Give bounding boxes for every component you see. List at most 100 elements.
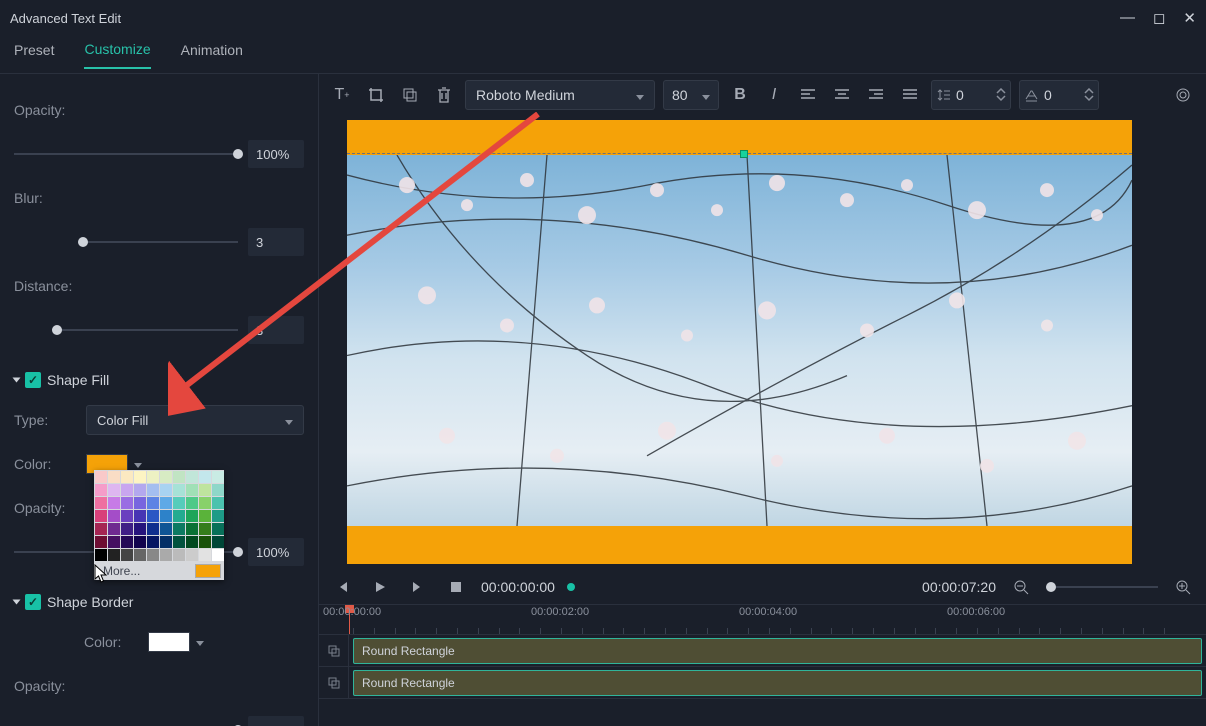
palette-color[interactable]	[108, 510, 120, 522]
minimize-button[interactable]: —	[1120, 9, 1135, 27]
delete-button[interactable]	[431, 82, 457, 108]
step-forward-button[interactable]	[405, 574, 431, 600]
opacity-value[interactable]	[248, 140, 304, 168]
palette-color[interactable]	[95, 471, 107, 483]
zoom-slider[interactable]	[1046, 586, 1158, 588]
distance-value[interactable]	[248, 316, 304, 344]
palette-color[interactable]	[134, 497, 146, 509]
shape-fill-section[interactable]: ✓ Shape Fill	[14, 368, 304, 392]
palette-color[interactable]	[108, 484, 120, 496]
palette-color[interactable]	[95, 510, 107, 522]
palette-color[interactable]	[186, 549, 198, 561]
palette-color[interactable]	[173, 471, 185, 483]
fill-opacity-value[interactable]	[248, 538, 304, 566]
palette-color[interactable]	[199, 523, 211, 535]
palette-color[interactable]	[212, 497, 224, 509]
palette-color[interactable]	[173, 549, 185, 561]
palette-color[interactable]	[186, 471, 198, 483]
palette-color[interactable]	[147, 510, 159, 522]
timeline-clip[interactable]: Round Rectangle	[353, 638, 1202, 664]
palette-color[interactable]	[134, 549, 146, 561]
add-text-button[interactable]: T+	[329, 82, 355, 108]
color-palette-popup[interactable]: More...	[94, 470, 224, 580]
tab-customize[interactable]: Customize	[84, 41, 150, 69]
resize-handle[interactable]	[740, 150, 748, 158]
palette-color[interactable]	[134, 471, 146, 483]
border-opacity-slider[interactable]	[14, 716, 304, 726]
align-justify-button[interactable]	[897, 82, 923, 108]
palette-color[interactable]	[108, 497, 120, 509]
palette-color[interactable]	[121, 549, 133, 561]
crop-button[interactable]	[363, 82, 389, 108]
palette-color[interactable]	[95, 497, 107, 509]
palette-color[interactable]	[199, 484, 211, 496]
palette-color[interactable]	[199, 497, 211, 509]
timeline-clip[interactable]: Round Rectangle	[353, 670, 1202, 696]
palette-color[interactable]	[121, 497, 133, 509]
type-dropdown[interactable]: Color Fill	[86, 405, 304, 435]
palette-color[interactable]	[199, 510, 211, 522]
palette-color[interactable]	[160, 536, 172, 548]
track-row[interactable]: Round Rectangle	[319, 635, 1206, 667]
palette-color[interactable]	[108, 549, 120, 561]
palette-color[interactable]	[95, 484, 107, 496]
palette-color[interactable]	[121, 536, 133, 548]
blur-slider[interactable]	[78, 228, 304, 256]
play-button[interactable]	[367, 574, 393, 600]
shape-bottom-band[interactable]	[347, 526, 1132, 564]
zoom-in-button[interactable]	[1170, 574, 1196, 600]
palette-color[interactable]	[134, 523, 146, 535]
palette-color[interactable]	[212, 471, 224, 483]
palette-color[interactable]	[173, 510, 185, 522]
track-row[interactable]: Round Rectangle	[319, 667, 1206, 699]
palette-color[interactable]	[95, 523, 107, 535]
palette-color[interactable]	[108, 471, 120, 483]
palette-color[interactable]	[186, 510, 198, 522]
palette-color[interactable]	[199, 536, 211, 548]
palette-color[interactable]	[212, 536, 224, 548]
palette-color[interactable]	[186, 484, 198, 496]
opacity-slider[interactable]	[14, 140, 304, 168]
palette-color[interactable]	[199, 471, 211, 483]
palette-color[interactable]	[147, 549, 159, 561]
tab-animation[interactable]: Animation	[181, 42, 243, 68]
palette-color[interactable]	[173, 523, 185, 535]
palette-color[interactable]	[173, 484, 185, 496]
font-size-select[interactable]: 80	[663, 80, 719, 110]
palette-color[interactable]	[160, 549, 172, 561]
palette-color[interactable]	[121, 510, 133, 522]
preview-canvas[interactable]	[347, 120, 1132, 564]
palette-color[interactable]	[95, 536, 107, 548]
playhead-dot[interactable]	[567, 583, 575, 591]
align-left-button[interactable]	[795, 82, 821, 108]
palette-color[interactable]	[147, 536, 159, 548]
palette-color[interactable]	[160, 497, 172, 509]
palette-more-button[interactable]: More...	[103, 564, 140, 578]
palette-color[interactable]	[199, 549, 211, 561]
distance-slider[interactable]	[52, 316, 304, 344]
stepper[interactable]	[996, 88, 1010, 102]
align-right-button[interactable]	[863, 82, 889, 108]
font-select[interactable]: Roboto Medium	[465, 80, 655, 110]
palette-color[interactable]	[95, 549, 107, 561]
line-spacing-input[interactable]	[931, 80, 1011, 110]
step-back-button[interactable]	[329, 574, 355, 600]
palette-color[interactable]	[173, 497, 185, 509]
palette-color[interactable]	[134, 536, 146, 548]
palette-color[interactable]	[134, 510, 146, 522]
palette-color[interactable]	[173, 536, 185, 548]
align-center-button[interactable]	[829, 82, 855, 108]
palette-color[interactable]	[121, 523, 133, 535]
tab-preset[interactable]: Preset	[14, 42, 54, 68]
bold-button[interactable]: B	[727, 82, 753, 108]
palette-color[interactable]	[108, 523, 120, 535]
close-button[interactable]: ✕	[1183, 9, 1196, 27]
shape-border-section[interactable]: ✓ Shape Border	[14, 590, 304, 614]
palette-color[interactable]	[160, 510, 172, 522]
palette-color[interactable]	[186, 497, 198, 509]
palette-color[interactable]	[147, 523, 159, 535]
palette-color[interactable]	[147, 471, 159, 483]
palette-color[interactable]	[134, 484, 146, 496]
palette-color[interactable]	[212, 549, 224, 561]
italic-button[interactable]: I	[761, 82, 787, 108]
